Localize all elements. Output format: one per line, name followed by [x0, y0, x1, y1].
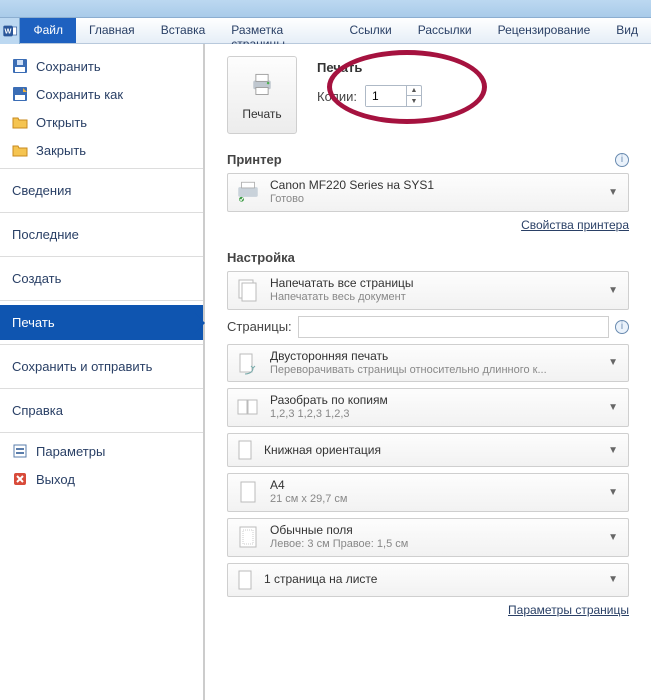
ribbon-tabs: W Файл Главная Вставка Разметка страницы…	[0, 18, 651, 44]
open-icon	[12, 114, 28, 130]
sidebar-label: Сохранить	[36, 59, 101, 74]
sidebar-item-open[interactable]: Открыть	[0, 108, 203, 136]
duplex-icon	[234, 349, 262, 377]
sidebar-item-options[interactable]: Параметры	[0, 437, 203, 465]
dd-title: Обычные поля	[270, 523, 604, 538]
info-icon[interactable]: i	[615, 153, 629, 167]
chevron-down-icon: ▼	[604, 574, 622, 585]
dd-title: A4	[270, 478, 604, 493]
window-titlebar	[0, 0, 651, 18]
dd-sub: 21 см x 29,7 см	[270, 493, 604, 507]
svg-text:W: W	[4, 27, 11, 36]
sidebar-item-print[interactable]: Печать	[0, 305, 203, 340]
sidebar-item-help[interactable]: Справка	[0, 393, 203, 428]
orientation-dropdown[interactable]: Книжная ориентация ▼	[227, 433, 629, 467]
tab-references[interactable]: Ссылки	[337, 18, 405, 43]
chevron-down-icon: ▼	[604, 487, 622, 498]
save-icon	[12, 58, 28, 74]
dd-sub: Переворачивать страницы относительно дли…	[270, 364, 604, 378]
word-app-icon[interactable]: W	[0, 18, 20, 44]
chevron-down-icon: ▼	[604, 532, 622, 543]
printer-section-header: Принтер	[227, 152, 282, 167]
printer-device-icon	[234, 178, 262, 206]
sidebar-item-recent[interactable]: Последние	[0, 217, 203, 252]
options-icon	[12, 443, 28, 459]
duplex-dropdown[interactable]: Двусторонняя печать Переворачивать стран…	[227, 344, 629, 383]
sidebar-item-exit[interactable]: Выход	[0, 465, 203, 493]
copies-inc[interactable]: ▲	[407, 86, 421, 96]
backstage-sidebar: Сохранить Сохранить как Открыть Закрыть …	[0, 44, 205, 700]
print-button[interactable]: Печать	[227, 56, 297, 134]
chevron-down-icon: ▼	[604, 285, 622, 296]
paper-size-dropdown[interactable]: A4 21 см x 29,7 см ▼	[227, 473, 629, 512]
sidebar-item-new[interactable]: Создать	[0, 261, 203, 296]
sidebar-item-share[interactable]: Сохранить и отправить	[0, 349, 203, 384]
dd-title: Разобрать по копиям	[270, 393, 604, 408]
sidebar-label: Выход	[36, 472, 75, 487]
tab-review[interactable]: Рецензирование	[485, 18, 604, 43]
settings-section-header: Настройка	[227, 250, 295, 265]
margins-icon	[234, 523, 262, 551]
chevron-down-icon: ▼	[604, 445, 622, 456]
chevron-down-icon: ▼	[604, 187, 622, 198]
tab-page-layout[interactable]: Разметка страницы	[218, 18, 336, 43]
sidebar-item-save[interactable]: Сохранить	[0, 52, 203, 80]
page-setup-link[interactable]: Параметры страницы	[508, 603, 629, 617]
copies-label: Копии:	[317, 89, 357, 104]
tab-home[interactable]: Главная	[76, 18, 148, 43]
print-title: Печать	[317, 60, 422, 75]
copies-input[interactable]	[366, 86, 406, 106]
tab-file[interactable]: Файл	[20, 18, 76, 43]
paper-icon	[234, 478, 262, 506]
dd-sub: Напечатать весь документ	[270, 291, 604, 305]
one-page-icon	[234, 569, 256, 591]
printer-properties-link[interactable]: Свойства принтера	[521, 218, 629, 232]
sidebar-label: Открыть	[36, 115, 87, 130]
pages-all-icon	[234, 276, 262, 304]
sidebar-item-info[interactable]: Сведения	[0, 173, 203, 208]
sidebar-label: Параметры	[36, 444, 105, 459]
chevron-down-icon: ▼	[604, 402, 622, 413]
tab-view[interactable]: Вид	[603, 18, 651, 43]
chevron-down-icon: ▼	[604, 357, 622, 368]
collate-icon	[234, 394, 262, 422]
dd-sub: 1,2,3 1,2,3 1,2,3	[270, 408, 604, 422]
dd-title: 1 страница на листе	[264, 572, 604, 587]
printer-name: Canon MF220 Series на SYS1	[270, 178, 604, 193]
pages-input[interactable]	[298, 316, 609, 338]
close-folder-icon	[12, 142, 28, 158]
pages-label: Страницы:	[227, 319, 292, 334]
dd-sub: Левое: 3 см Правое: 1,5 см	[270, 538, 604, 552]
pages-per-sheet-dropdown[interactable]: 1 страница на листе ▼	[227, 563, 629, 597]
info-icon[interactable]: i	[615, 320, 629, 334]
save-as-icon	[12, 86, 28, 102]
dd-title: Напечатать все страницы	[270, 276, 604, 291]
sidebar-item-save-as[interactable]: Сохранить как	[0, 80, 203, 108]
printer-icon	[248, 70, 276, 101]
exit-icon	[12, 471, 28, 487]
print-button-label: Печать	[242, 107, 281, 121]
sidebar-label: Сохранить как	[36, 87, 123, 102]
printer-status: Готово	[270, 193, 604, 207]
copies-dec[interactable]: ▼	[407, 96, 421, 106]
portrait-icon	[234, 439, 256, 461]
dd-title: Двусторонняя печать	[270, 349, 604, 364]
sidebar-label: Закрыть	[36, 143, 86, 158]
copies-spinner[interactable]: ▲ ▼	[365, 85, 422, 107]
print-settings-panel: Печать Печать Копии: ▲ ▼ Принт	[205, 44, 651, 700]
tab-mailings[interactable]: Рассылки	[405, 18, 485, 43]
print-range-dropdown[interactable]: Напечатать все страницы Напечатать весь …	[227, 271, 629, 310]
collate-dropdown[interactable]: Разобрать по копиям 1,2,3 1,2,3 1,2,3 ▼	[227, 388, 629, 427]
sidebar-item-close[interactable]: Закрыть	[0, 136, 203, 164]
tab-insert[interactable]: Вставка	[148, 18, 219, 43]
printer-dropdown[interactable]: Canon MF220 Series на SYS1 Готово ▼	[227, 173, 629, 212]
margins-dropdown[interactable]: Обычные поля Левое: 3 см Правое: 1,5 см …	[227, 518, 629, 557]
dd-title: Книжная ориентация	[264, 443, 604, 458]
